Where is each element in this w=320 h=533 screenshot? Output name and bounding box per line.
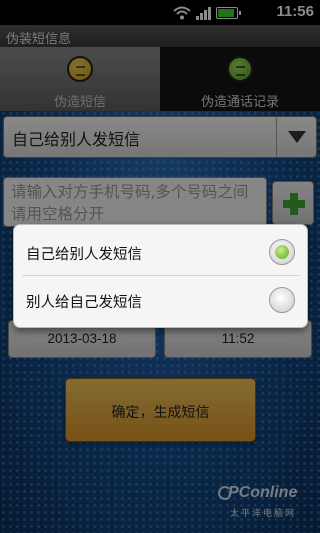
radio-unchecked-icon[interactable] <box>269 287 295 313</box>
dialog-option-send-to-others[interactable]: 自己给别人发短信 <box>14 227 309 275</box>
radio-checked-icon[interactable] <box>269 239 295 265</box>
direction-choice-dialog: 自己给别人发短信 别人给自己发短信 <box>13 224 308 328</box>
dialog-option-receive-from-others[interactable]: 别人给自己发短信 <box>14 275 309 323</box>
dialog-option-label: 自己给别人发短信 <box>26 247 142 263</box>
dialog-option-label: 别人给自己发短信 <box>26 295 142 311</box>
